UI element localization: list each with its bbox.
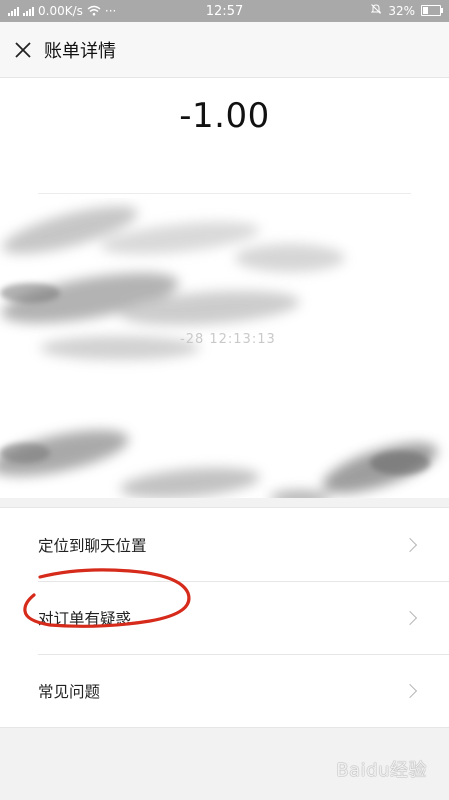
menu-item-label: 定位到聊天位置 bbox=[38, 536, 147, 555]
chevron-right-icon bbox=[402, 683, 418, 698]
bill-card: -1.00 -28 12:13:13 bbox=[0, 78, 449, 498]
menu-list: 定位到聊天位置 对订单有疑惑 常见问题 bbox=[0, 507, 449, 728]
alarm-off-icon bbox=[370, 3, 382, 18]
bill-time: -28 12:13:13 bbox=[180, 332, 276, 347]
header: 账单详情 bbox=[0, 22, 449, 78]
redacted-area bbox=[0, 206, 438, 498]
status-right: 32% bbox=[370, 3, 443, 18]
menu-item-label: 对订单有疑惑 bbox=[38, 609, 132, 628]
menu-item-locate-chat[interactable]: 定位到聊天位置 bbox=[0, 508, 449, 581]
page-title: 账单详情 bbox=[44, 40, 116, 62]
bill-amount: -1.00 bbox=[179, 96, 270, 136]
battery-icon bbox=[421, 5, 443, 16]
menu-item-label: 常见问题 bbox=[38, 682, 101, 701]
chevron-right-icon bbox=[402, 537, 418, 552]
close-icon bbox=[15, 41, 31, 58]
menu-item-faq[interactable]: 常见问题 bbox=[0, 654, 449, 727]
battery-percent: 32% bbox=[388, 3, 415, 18]
battery-fill bbox=[423, 7, 429, 14]
divider bbox=[38, 193, 411, 194]
status-bar: 0.00K/s ··· 12:57 32% bbox=[0, 0, 449, 22]
menu-item-order-question[interactable]: 对订单有疑惑 bbox=[0, 581, 449, 654]
watermark: Baidu经验 bbox=[336, 760, 427, 781]
close-button[interactable] bbox=[8, 35, 38, 65]
chevron-right-icon bbox=[402, 610, 418, 625]
